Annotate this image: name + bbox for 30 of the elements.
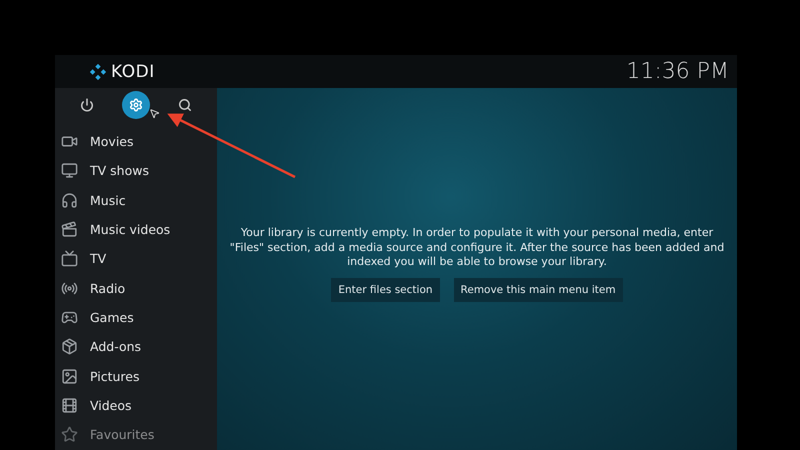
menu-item[interactable]: Movies xyxy=(90,134,134,150)
menu-item[interactable]: Videos xyxy=(90,398,132,413)
search-icon xyxy=(178,98,192,112)
menu-item[interactable]: Games xyxy=(90,310,134,325)
pictures-icon xyxy=(61,368,78,385)
menu-item[interactable]: TV shows xyxy=(90,163,149,178)
videos-icon xyxy=(61,396,78,414)
menu-item[interactable]: Music xyxy=(90,192,126,208)
tv-icon xyxy=(61,250,78,268)
addons-icon xyxy=(61,338,78,356)
menu-item[interactable]: TV xyxy=(90,251,106,266)
action-button[interactable]: Enter files section xyxy=(331,278,440,302)
settings-button[interactable] xyxy=(122,91,150,119)
gear-icon xyxy=(128,98,143,112)
empty-library-message: Your library is currently empty. In order to populate it with your personal media, enter "Files" section, add a media source and configure it. After the source has been added and indexed you will be able to browse your library. xyxy=(228,226,726,270)
tvshows-icon xyxy=(61,162,78,180)
logo-text: KODI xyxy=(111,62,155,82)
menu-item[interactable]: Add-ons xyxy=(90,339,142,354)
menu-item[interactable]: Music videos xyxy=(90,222,170,238)
menu-item[interactable]: Pictures xyxy=(90,368,140,384)
action-button[interactable]: Remove this main menu item xyxy=(454,278,623,302)
favourites-icon xyxy=(61,426,78,444)
clock: 11:36 PM xyxy=(626,59,729,84)
menu-item[interactable]: Favourites xyxy=(90,427,154,442)
musicvideos-icon xyxy=(61,221,78,238)
menu-item[interactable]: Radio xyxy=(90,280,126,296)
music-icon xyxy=(61,192,78,209)
power-icon xyxy=(80,98,94,112)
cursor-icon xyxy=(149,108,160,119)
logo-icon xyxy=(89,62,107,80)
